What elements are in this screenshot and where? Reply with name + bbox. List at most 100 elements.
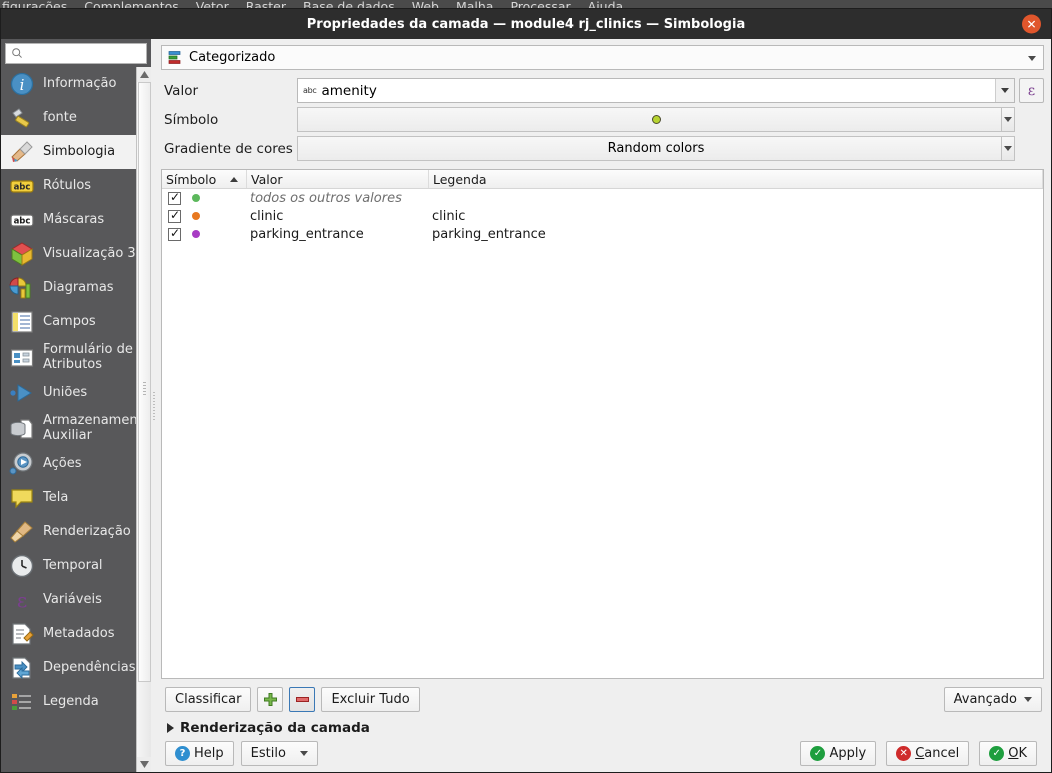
sidebar-scroll-area: i Informação fonte Simbologia abc Rótulo… bbox=[1, 67, 151, 772]
color-ramp-value: Random colors bbox=[607, 141, 705, 156]
row-value[interactable]: clinic bbox=[247, 209, 429, 224]
symbol-preview-combo[interactable] bbox=[297, 107, 1015, 132]
sidebar-item-label: Simbologia bbox=[43, 143, 116, 159]
cancel-x-icon: ✕ bbox=[896, 746, 912, 761]
cancel-button[interactable]: ✕ Cancel bbox=[886, 741, 970, 766]
value-field-combo[interactable]: abc amenity bbox=[297, 78, 1015, 103]
row-checkbox[interactable] bbox=[168, 190, 181, 205]
search-input[interactable] bbox=[27, 45, 137, 62]
value-label: Valor bbox=[164, 82, 199, 99]
scrollbar-track[interactable] bbox=[137, 82, 151, 757]
metadata-icon bbox=[12, 623, 34, 645]
sidebar-item-label: Formulário de Atributos bbox=[43, 342, 133, 372]
sidebar: i Informação fonte Simbologia abc Rótulo… bbox=[1, 39, 151, 772]
column-header-valor[interactable]: Valor bbox=[247, 170, 429, 188]
chevron-down-icon[interactable] bbox=[1001, 107, 1015, 132]
sidebar-item-rotulos[interactable]: abc Rótulos bbox=[1, 169, 151, 203]
value-row: Valor abc amenity ε bbox=[161, 76, 1044, 105]
sidebar-item-armazenamento-auxiliar[interactable]: Armazenamento Auxiliar bbox=[1, 410, 151, 447]
labels-abc-icon: abc bbox=[10, 180, 34, 193]
sidebar-item-visualizacao-3d[interactable]: Visualização 3D bbox=[1, 237, 151, 271]
row-checkbox[interactable] bbox=[168, 226, 181, 241]
column-header-label: Símbolo bbox=[166, 171, 217, 187]
dialog-title: Propriedades da camada — module4 rj_clin… bbox=[306, 16, 746, 32]
chevron-down-icon[interactable] bbox=[995, 79, 1014, 102]
categories-table: Símbolo Valor Legenda ✓ todos os outros … bbox=[161, 169, 1044, 679]
dependencies-icon bbox=[12, 657, 31, 680]
add-category-button[interactable] bbox=[257, 687, 284, 712]
sidebar-item-legenda[interactable]: Legenda bbox=[1, 685, 151, 719]
column-header-label: Valor bbox=[251, 171, 283, 187]
sidebar-item-acoes[interactable]: Ações bbox=[1, 447, 151, 481]
renderer-type-value: Categorizado bbox=[189, 50, 276, 65]
rendering-broom-icon bbox=[10, 521, 33, 543]
sidebar-item-label: Variáveis bbox=[43, 591, 102, 607]
column-header-simbolo[interactable]: Símbolo bbox=[162, 170, 247, 188]
sidebar-item-tela[interactable]: Tela bbox=[1, 481, 151, 515]
delete-all-button[interactable]: Excluir Tudo bbox=[321, 687, 420, 712]
sidebar-item-simbologia[interactable]: Simbologia bbox=[1, 135, 151, 169]
sidebar-item-informacao[interactable]: i Informação bbox=[1, 67, 151, 101]
table-row[interactable]: todos os outros valores bbox=[162, 189, 1043, 207]
sidebar-item-dependencias[interactable]: Dependências bbox=[1, 651, 151, 685]
layer-rendering-section[interactable]: Renderização da camada bbox=[161, 716, 1044, 739]
scroll-up-icon[interactable] bbox=[137, 67, 151, 82]
help-label: Help bbox=[194, 746, 224, 761]
row-value[interactable]: todos os outros valores bbox=[247, 191, 429, 206]
table-body: todos os outros valores clinic clinic bbox=[162, 189, 1043, 678]
advanced-button[interactable]: Avançado bbox=[943, 687, 1042, 712]
chevron-down-icon[interactable] bbox=[1001, 136, 1015, 161]
ok-button[interactable]: ✓ OK bbox=[979, 741, 1037, 766]
chevron-down-icon bbox=[299, 751, 308, 756]
search-box[interactable] bbox=[5, 43, 147, 64]
renderer-type-combo[interactable]: Categorizado bbox=[161, 45, 1044, 70]
row-symbol-dot[interactable] bbox=[192, 230, 200, 238]
column-header-legenda[interactable]: Legenda bbox=[429, 170, 1043, 188]
apply-label: Apply bbox=[829, 746, 867, 761]
sidebar-item-renderizacao[interactable]: Renderização bbox=[1, 515, 151, 549]
table-header-row: Símbolo Valor Legenda bbox=[162, 170, 1043, 189]
categories-toolbar: Classificar Excluir Tudo Avançado bbox=[161, 679, 1044, 716]
remove-category-button[interactable] bbox=[289, 687, 316, 712]
sidebar-item-unioes[interactable]: Uniões bbox=[1, 376, 151, 410]
sidebar-item-label: Uniões bbox=[43, 384, 88, 400]
sidebar-item-mascaras[interactable]: abc Máscaras bbox=[1, 203, 151, 237]
row-symbol-dot[interactable] bbox=[192, 212, 200, 220]
expression-builder-button[interactable]: ε bbox=[1019, 78, 1044, 103]
sidebar-scrollbar[interactable] bbox=[136, 67, 151, 772]
symbol-row: Símbolo bbox=[161, 105, 1044, 134]
categorized-icon bbox=[168, 51, 181, 64]
help-button[interactable]: ? Help bbox=[165, 741, 234, 766]
sidebar-item-formulario-de-atributos[interactable]: Formulário de Atributos bbox=[1, 339, 151, 376]
row-checkbox[interactable] bbox=[168, 208, 181, 223]
cancel-label: Cancel bbox=[915, 746, 960, 761]
sidebar-item-temporal[interactable]: Temporal bbox=[1, 549, 151, 583]
sidebar-item-fonte[interactable]: fonte bbox=[1, 101, 151, 135]
scroll-down-icon[interactable] bbox=[137, 757, 151, 772]
joins-icon bbox=[10, 384, 32, 402]
close-icon[interactable]: ✕ bbox=[1022, 14, 1041, 34]
expand-triangle-icon[interactable] bbox=[167, 723, 174, 733]
table-row[interactable]: clinic clinic bbox=[162, 207, 1043, 225]
sidebar-item-label: Legenda bbox=[43, 693, 99, 709]
sidebar-item-campos[interactable]: Campos bbox=[1, 305, 151, 339]
style-label: Estilo bbox=[250, 746, 286, 761]
style-button[interactable]: Estilo bbox=[240, 741, 318, 766]
sidebar-item-label: Ações bbox=[43, 455, 82, 471]
panel-splitter[interactable] bbox=[151, 39, 157, 772]
chevron-down-icon bbox=[1024, 697, 1032, 702]
sidebar-item-variaveis[interactable]: ε Variáveis bbox=[1, 583, 151, 617]
row-symbol-dot[interactable] bbox=[192, 194, 200, 202]
row-legend[interactable]: parking_entrance bbox=[429, 227, 1043, 242]
row-value[interactable]: parking_entrance bbox=[247, 227, 429, 242]
clock-icon bbox=[10, 554, 34, 578]
classify-button[interactable]: Classificar bbox=[165, 687, 252, 712]
sidebar-item-metadados[interactable]: Metadados bbox=[1, 617, 151, 651]
apply-button[interactable]: ✓ Apply bbox=[800, 741, 877, 766]
sidebar-item-label: Máscaras bbox=[43, 211, 105, 227]
table-row[interactable]: parking_entrance parking_entrance bbox=[162, 225, 1043, 243]
row-legend[interactable]: clinic bbox=[429, 209, 1043, 224]
color-ramp-combo[interactable]: Random colors bbox=[297, 136, 1015, 161]
check-icon: ✓ bbox=[989, 746, 1005, 761]
sidebar-item-diagramas[interactable]: Diagramas bbox=[1, 271, 151, 305]
